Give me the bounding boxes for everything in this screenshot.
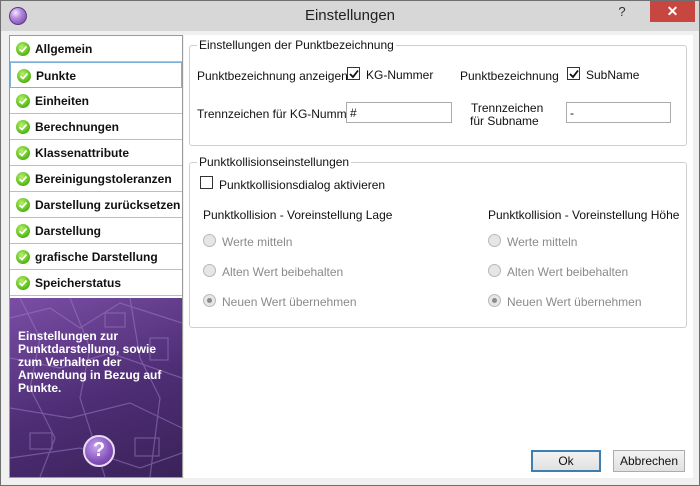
subname-label[interactable]: SubName [586,68,639,82]
kg-separator-label: Trennzeichen für KG-Nummer [197,107,358,121]
window-title: Einstellungen [304,7,396,24]
nav-item-darstellung[interactable]: Darstellung [10,218,182,244]
check-circle-icon [16,198,30,212]
nav-label: Darstellung zurücksetzen [35,198,181,212]
nav-item-allgemein[interactable]: Allgemein [10,36,182,62]
subname-checkbox[interactable] [567,67,580,80]
ok-button[interactable]: Ok [531,450,601,472]
sub-separator-label-line2: für Subname [470,114,539,128]
nav-label: Bereinigungstoleranzen [35,172,172,186]
nav-item-berechnungen[interactable]: Berechnungen [10,114,182,140]
nav-item-bereinigungstoleranzen[interactable]: Bereinigungstoleranzen [10,166,182,192]
nav-label: Einheiten [35,94,90,108]
nav-label: Punkte [36,69,77,83]
settings-window: Einstellungen ? ✕ Allgemein Punkte Einhe… [0,0,700,486]
nav-item-klassenattribute[interactable]: Klassenattribute [10,140,182,166]
nav-label: grafische Darstellung [35,250,158,264]
kg-nummer-label[interactable]: KG-Nummer [366,68,433,82]
check-circle-icon [16,276,30,290]
nav-item-darstellung-zuruecksetzen[interactable]: Darstellung zurücksetzen [10,192,182,218]
hoehe-option-label: Neuen Wert übernehmen [507,295,642,309]
lage-option-label: Werte mitteln [222,235,293,249]
close-button[interactable]: ✕ [650,1,695,22]
cancel-button[interactable]: Abbrechen [613,450,685,472]
lage-option-label: Alten Wert beibehalten [222,265,344,279]
help-icon[interactable]: ? [609,1,635,22]
lage-radio-mitteln[interactable] [203,234,216,247]
lage-option-label: Neuen Wert übernehmen [222,295,357,309]
check-circle-icon [16,172,30,186]
kollision-dialog-label[interactable]: Punktkollisionsdialog aktivieren [219,178,385,192]
check-circle-icon [16,94,30,108]
kg-nummer-checkbox[interactable] [347,67,360,80]
check-circle-icon [17,69,31,83]
punktbezeichnung-group: Einstellungen der Punktbezeichnung [189,38,687,146]
description-text: Einstellungen zur Punktdarstellung, sowi… [18,329,162,395]
lage-radio-uebernehmen[interactable] [203,294,216,307]
help-icon[interactable]: ? [83,435,115,467]
group-title: Einstellungen der Punktbezeichnung [197,38,396,52]
checkmark-icon [569,69,579,79]
kg-separator-input[interactable] [346,102,452,123]
nav-label: Berechnungen [35,120,120,134]
nav-item-einheiten[interactable]: Einheiten [10,88,182,114]
nav-item-grafische-darstellung[interactable]: grafische Darstellung [10,244,182,270]
lage-title: Punktkollision - Voreinstellung Lage [203,208,393,222]
group-title: Punktkollisionseinstellungen [197,155,352,169]
punktbezeichnung-label: Punktbezeichnung [460,69,559,83]
nav-item-punkte[interactable]: Punkte [10,62,182,88]
nav-item-speicherstatus[interactable]: Speicherstatus [10,270,182,296]
hoehe-title: Punktkollision - Voreinstellung Höhe [488,208,680,222]
show-label-text: Punktbezeichnung anzeigen [197,69,348,83]
nav-label: Darstellung [35,224,102,238]
check-circle-icon [16,42,30,56]
hoehe-option-label: Werte mitteln [507,235,578,249]
hoehe-option-label: Alten Wert beibehalten [507,265,629,279]
hoehe-radio-beibehalten[interactable] [488,264,501,277]
check-circle-icon [16,120,30,134]
settings-nav: Allgemein Punkte Einheiten Berechnungen … [9,35,183,478]
checkmark-icon [349,69,359,79]
hoehe-radio-mitteln[interactable] [488,234,501,247]
title-bar[interactable]: Einstellungen ? ✕ [1,1,699,31]
kollision-dialog-checkbox[interactable] [200,176,213,189]
sub-separator-label-line1: Trennzeichen [471,101,544,115]
hoehe-radio-uebernehmen[interactable] [488,294,501,307]
nav-label: Klassenattribute [35,146,130,160]
check-circle-icon [16,146,30,160]
nav-label: Allgemein [35,42,93,56]
check-circle-icon [16,250,30,264]
description-panel: Einstellungen zur Punktdarstellung, sowi… [10,298,182,477]
lage-radio-beibehalten[interactable] [203,264,216,277]
check-circle-icon [16,224,30,238]
sub-separator-input[interactable] [566,102,671,123]
settings-content: Einstellungen der Punktbezeichnung Punkt… [184,35,693,478]
nav-label: Speicherstatus [35,276,122,290]
